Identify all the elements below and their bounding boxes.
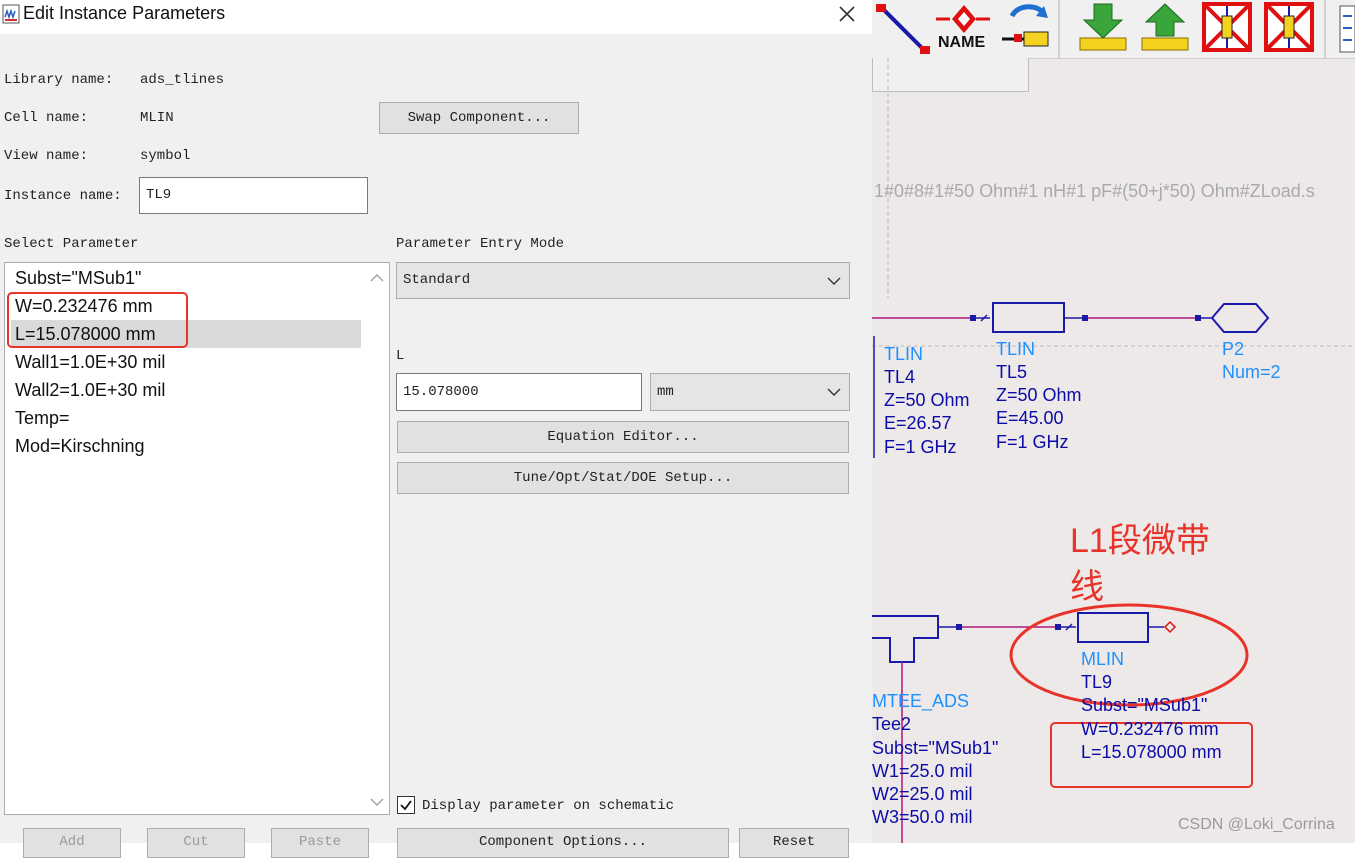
cell-name-value: MLIN	[140, 110, 174, 126]
short-icon[interactable]	[1264, 2, 1316, 54]
list-item[interactable]: Wall2=1.0E+30 mil	[15, 376, 165, 404]
wire-icon[interactable]	[876, 2, 932, 56]
instance-name-label: Instance name:	[4, 188, 122, 204]
tee-w2: W2=25.0 mil	[872, 784, 973, 804]
tl4-f: F=1 GHz	[884, 437, 957, 457]
view-name-label: View name:	[4, 148, 89, 164]
tl5-f: F=1 GHz	[996, 432, 1069, 452]
tl9-name: TL9	[1081, 672, 1113, 692]
add-button[interactable]: Add	[23, 828, 121, 858]
tl9-type: MLIN	[1081, 649, 1125, 669]
library-name-value: ads_tlines	[140, 72, 225, 88]
list-item[interactable]: Mod=Kirschning	[15, 432, 145, 460]
tl4-z: Z=50 Ohm	[884, 390, 970, 410]
tl5-type: TLIN	[996, 339, 1036, 359]
paste-button[interactable]: Paste	[271, 828, 369, 858]
list-scrollbar[interactable]	[367, 265, 387, 812]
palette-icon[interactable]	[1338, 4, 1355, 54]
component-options-button[interactable]: Component Options...	[397, 828, 729, 858]
tee-w3: W3=50.0 mil	[872, 807, 973, 827]
p2-name: P2	[1222, 339, 1245, 359]
library-name-label: Library name:	[4, 72, 114, 88]
push-down-icon[interactable]	[1076, 2, 1130, 54]
tl5-name: TL5	[996, 362, 1028, 382]
close-icon[interactable]	[838, 5, 856, 23]
dialog-title: Edit Instance Parameters	[23, 3, 226, 23]
tune-setup-button[interactable]: Tune/Opt/Stat/DOE Setup...	[397, 462, 849, 494]
list-item[interactable]: Temp=	[15, 404, 70, 432]
p2-num: Num=2	[1222, 362, 1281, 382]
chevron-down-icon	[827, 388, 841, 396]
tee-subst: Subst="MSub1"	[872, 738, 999, 758]
entry-mode-select[interactable]: Standard	[396, 262, 850, 299]
tl4-e: E=26.57	[884, 413, 952, 433]
cell-name-label: Cell name:	[4, 110, 89, 126]
name-label: NAME	[938, 34, 986, 51]
tl9-w: W=0.232476 mm	[1081, 719, 1219, 739]
tl9-subst: Subst="MSub1"	[1081, 695, 1208, 715]
tee-w1: W1=25.0 mil	[872, 761, 973, 781]
list-item[interactable]: Subst="MSub1"	[15, 264, 141, 292]
unit-select[interactable]: mm	[650, 373, 850, 411]
display-parameter-label: Display parameter on schematic	[422, 798, 675, 814]
pop-up-icon[interactable]	[1138, 2, 1192, 54]
name-icon[interactable]	[936, 2, 992, 34]
equation-text: 1#0#8#1#50 Ohm#1 nH#1 pF#(50+j*50) Ohm#Z…	[874, 181, 1315, 201]
swap-component-button[interactable]: Swap Component...	[379, 102, 579, 134]
watermark: CSDN @Loki_Corrina	[1178, 816, 1335, 833]
list-item[interactable]: Wall1=1.0E+30 mil	[15, 348, 165, 376]
param-name-label: L	[396, 348, 405, 364]
entry-mode-value: Standard	[403, 272, 471, 288]
tl4-type: TLIN	[884, 344, 924, 364]
param-value-input[interactable]: 15.078000	[396, 373, 642, 411]
toolbar-divider	[1058, 0, 1060, 58]
highlight-box	[7, 292, 188, 348]
equation-editor-button[interactable]: Equation Editor...	[397, 421, 849, 453]
tl5-z: Z=50 Ohm	[996, 385, 1082, 405]
chevron-down-icon	[827, 277, 841, 285]
pin-icon[interactable]	[998, 2, 1054, 56]
instance-name-input[interactable]: TL9	[139, 177, 368, 214]
select-parameter-label: Select Parameter	[4, 236, 139, 252]
edit-instance-dialog: Edit Instance Parameters Library name: a…	[0, 0, 872, 858]
tee-name: Tee2	[872, 714, 912, 734]
toolbar: NAME	[872, 0, 1355, 59]
reset-button[interactable]: Reset	[739, 828, 849, 858]
tl4-name: TL4	[884, 367, 916, 387]
entry-mode-label: Parameter Entry Mode	[396, 236, 565, 252]
scroll-down-icon[interactable]	[370, 797, 384, 807]
toolbar-divider	[1324, 0, 1326, 58]
cut-button[interactable]: Cut	[147, 828, 245, 858]
unit-value: mm	[657, 384, 674, 400]
dialog-titlebar: Edit Instance Parameters	[0, 0, 872, 34]
display-parameter-checkbox[interactable]	[397, 796, 415, 814]
deactivate-icon[interactable]	[1202, 2, 1254, 54]
scroll-up-icon[interactable]	[370, 273, 384, 283]
annotation-text: L1段微带线	[1070, 522, 1210, 606]
app-icon	[2, 4, 20, 24]
view-name-value: symbol	[140, 148, 191, 164]
checkmark-icon	[400, 800, 412, 811]
tl5-e: E=45.00	[996, 408, 1064, 428]
tl9-l: L=15.078000 mm	[1081, 742, 1222, 762]
tee-type: MTEE_ADS	[872, 691, 970, 711]
